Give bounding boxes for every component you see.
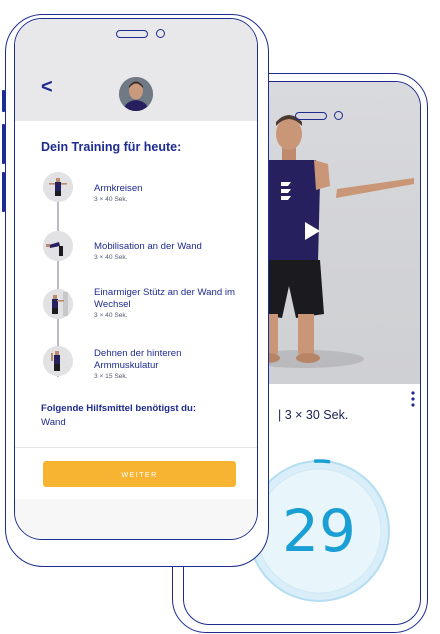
exercise-thumbnail[interactable] (43, 289, 73, 319)
set-info-text: | 3 × 30 Sek. (278, 408, 349, 422)
wall-mobilisation-icon (43, 231, 73, 261)
volume-down-button (2, 124, 5, 164)
volume-up-button (2, 90, 5, 112)
exercise-name[interactable]: Einarmiger Stütz an der Wand im Wechsel (94, 287, 244, 310)
arm-stretch-icon (43, 346, 73, 376)
exercise-thumbnail[interactable] (43, 172, 73, 202)
exercise-detail: 3 × 40 Sek. (94, 196, 128, 203)
exercise-name[interactable]: Dehnen der hinteren Armmuskulatur (94, 348, 244, 371)
wall-support-icon (43, 289, 73, 319)
continue-button[interactable]: WEITER (43, 461, 236, 487)
video-phone-speaker (295, 112, 327, 120)
training-phone-camera (156, 29, 165, 38)
armkreisen-icon (43, 172, 73, 202)
exercise-detail: 3 × 40 Sek. (94, 312, 128, 319)
equipment-value: Wand (41, 417, 66, 428)
bottom-area (15, 499, 257, 539)
exercise-detail: 3 × 15 Sek. (94, 373, 128, 380)
exercise-name[interactable]: Mobilisation an der Wand (94, 241, 244, 253)
exercise-thumbnail[interactable] (43, 231, 73, 261)
power-button (2, 172, 5, 212)
page-title: Dein Training für heute: (41, 140, 182, 154)
avatar-image (119, 77, 153, 111)
training-screen: < Dein Training für heute: Armkreisen 3 … (14, 18, 258, 540)
back-button[interactable]: < (41, 77, 53, 97)
exercise-name[interactable]: Armkreisen (94, 183, 244, 195)
equipment-title: Folgende Hilfsmittel benötigst du: (41, 403, 197, 414)
avatar[interactable] (119, 77, 153, 111)
divider (15, 447, 257, 448)
exercise-detail: 3 × 40 Sek. (94, 254, 128, 261)
play-icon[interactable] (296, 216, 326, 246)
more-options-icon[interactable] (410, 390, 416, 408)
exercise-thumbnail[interactable] (43, 346, 73, 376)
training-phone-speaker (116, 30, 148, 38)
video-phone-camera (334, 111, 343, 120)
